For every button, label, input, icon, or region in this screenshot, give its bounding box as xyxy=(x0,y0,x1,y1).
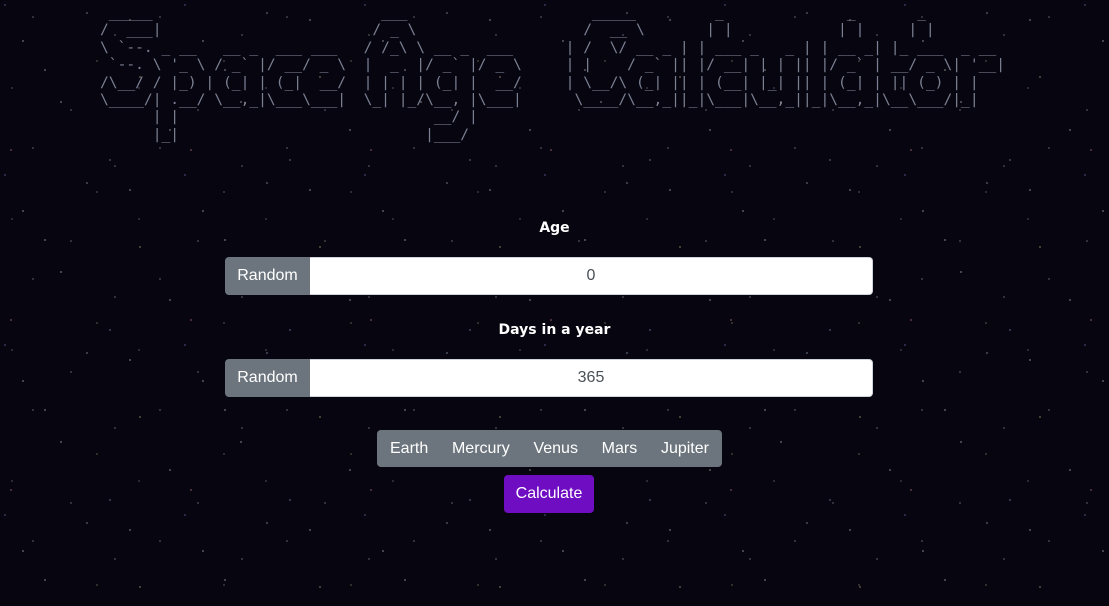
random-age-button[interactable]: Random xyxy=(225,257,310,295)
age-input[interactable] xyxy=(310,257,873,295)
calculate-button[interactable]: Calculate xyxy=(504,475,594,513)
age-input-group: Random xyxy=(225,257,873,295)
planet-earth-button[interactable]: Earth xyxy=(390,440,428,458)
planet-mars-button[interactable]: Mars xyxy=(602,440,638,458)
planet-button-group: Earth Mercury Venus Mars Jupiter xyxy=(377,430,722,467)
days-in-year-input[interactable] xyxy=(310,359,873,397)
days-input-group: Random xyxy=(225,359,873,397)
days-in-year-label: Days in a year xyxy=(498,322,611,338)
planet-jupiter-button[interactable]: Jupiter xyxy=(661,440,709,458)
ascii-art-title: _____ ___ _____ _ _ _ / ___| / _ \ / __ … xyxy=(100,4,1005,143)
random-days-button[interactable]: Random xyxy=(225,359,310,397)
age-label: Age xyxy=(539,220,570,236)
planet-venus-button[interactable]: Venus xyxy=(533,440,577,458)
planet-mercury-button[interactable]: Mercury xyxy=(452,440,510,458)
